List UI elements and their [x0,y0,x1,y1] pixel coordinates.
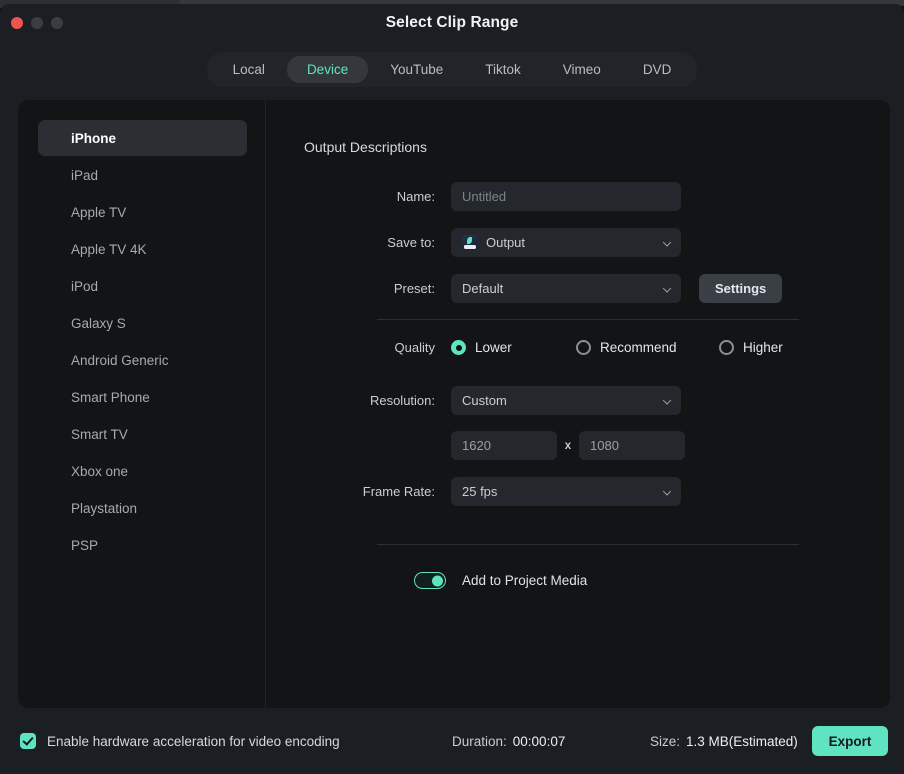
quality-option-recommend-label: Recommend [600,340,677,355]
radio-unselected-icon [719,340,734,355]
quality-radio-group: Lower Recommend Higher [451,340,783,355]
add-to-project-media-row: Add to Project Media [414,572,587,589]
divider-bottom [377,544,799,545]
sidebar-item-apple-tv-4k[interactable]: Apple TV 4K [38,231,247,267]
preset-value: Default [462,281,503,296]
resolution-dropdown[interactable]: Custom [451,386,681,415]
tab-dvd[interactable]: DVD [623,56,692,83]
quality-option-lower-label: Lower [475,340,512,355]
section-title: Output Descriptions [304,139,427,155]
preset-dropdown[interactable]: Default [451,274,681,303]
quality-label: Quality [266,340,451,355]
tab-local[interactable]: Local [213,56,285,83]
quality-option-higher[interactable]: Higher [719,340,783,355]
sidebar-item-ipad[interactable]: iPad [38,157,247,193]
frame-rate-label: Frame Rate: [266,484,451,499]
sidebar-item-smart-phone[interactable]: Smart Phone [38,379,247,415]
chevron-down-icon [663,238,671,246]
resolution-label: Resolution: [266,393,451,408]
chevron-down-icon [663,487,671,495]
resolution-value: Custom [462,393,507,408]
name-input[interactable]: Untitled [451,182,681,211]
size-value: 1.3 MB(Estimated) [686,734,798,749]
footer-bar: Enable hardware acceleration for video e… [0,708,904,774]
hardware-acceleration-checkbox[interactable] [20,733,36,749]
quality-row: Quality Lower Recommend Higher [266,340,890,355]
tab-tiktok[interactable]: Tiktok [465,56,541,83]
settings-button[interactable]: Settings [699,274,782,303]
sidebar-item-galaxy-s[interactable]: Galaxy S [38,305,247,341]
frame-rate-value: 25 fps [462,484,497,499]
export-button[interactable]: Export [812,726,888,756]
add-to-project-media-label: Add to Project Media [462,573,587,588]
sidebar-item-smart-tv[interactable]: Smart TV [38,416,247,452]
title-bar: Select Clip Range [0,4,904,44]
save-to-label: Save to: [266,235,451,250]
quality-option-recommend[interactable]: Recommend [576,340,719,355]
sidebar-item-iphone[interactable]: iPhone [38,120,247,156]
size-info: Size: 1.3 MB(Estimated) [650,734,798,749]
frame-rate-row: Frame Rate: 25 fps [266,477,890,506]
resolution-row: Resolution: Custom [266,386,890,415]
size-label: Size: [650,734,680,749]
tab-bar: Local Device YouTube Tiktok Vimeo DVD [0,44,904,94]
dimensions-row: 1620 x 1080 [266,431,890,460]
chevron-down-icon [663,284,671,292]
radio-selected-icon [451,340,466,355]
sidebar-item-playstation[interactable]: Playstation [38,490,247,526]
sidebar-item-xbox-one[interactable]: Xbox one [38,453,247,489]
duration-info: Duration: 00:00:07 [452,734,565,749]
window-title: Select Clip Range [0,14,904,32]
chevron-down-icon [663,396,671,404]
segmented-control: Local Device YouTube Tiktok Vimeo DVD [207,52,698,87]
radio-unselected-icon [576,340,591,355]
preset-label: Preset: [266,281,451,296]
hardware-acceleration-label: Enable hardware acceleration for video e… [47,734,340,749]
quality-option-higher-label: Higher [743,340,783,355]
sidebar-item-ipod[interactable]: iPod [38,268,247,304]
app-window: Select Clip Range Local Device YouTube T… [0,4,904,774]
height-input[interactable]: 1080 [579,431,685,460]
content-panel: iPhone iPad Apple TV Apple TV 4K iPod Ga… [18,100,890,708]
name-label: Name: [266,189,451,204]
sidebar-item-apple-tv[interactable]: Apple TV [38,194,247,230]
app-folder-icon [462,235,477,250]
device-sidebar: iPhone iPad Apple TV Apple TV 4K iPod Ga… [18,100,266,708]
desktop-backdrop: Select Clip Range Local Device YouTube T… [0,0,904,774]
save-to-dropdown[interactable]: Output [451,228,681,257]
tab-device[interactable]: Device [287,56,368,83]
preset-row: Preset: Default Settings [266,274,890,303]
frame-rate-dropdown[interactable]: 25 fps [451,477,681,506]
name-row: Name: Untitled [266,182,890,211]
divider-top [377,319,799,320]
quality-option-lower[interactable]: Lower [451,340,576,355]
tab-youtube[interactable]: YouTube [370,56,463,83]
duration-label: Duration: [452,734,507,749]
dimension-separator: x [557,440,579,452]
tab-vimeo[interactable]: Vimeo [543,56,621,83]
add-to-project-media-toggle[interactable] [414,572,446,589]
output-settings-form: Output Descriptions Name: Untitled Save … [266,100,890,708]
duration-value: 00:00:07 [513,734,566,749]
save-to-value: Output [486,235,525,250]
toggle-knob [432,575,443,586]
save-to-row: Save to: Output [266,228,890,257]
sidebar-item-android-generic[interactable]: Android Generic [38,342,247,378]
sidebar-item-psp[interactable]: PSP [38,527,247,563]
width-input[interactable]: 1620 [451,431,557,460]
